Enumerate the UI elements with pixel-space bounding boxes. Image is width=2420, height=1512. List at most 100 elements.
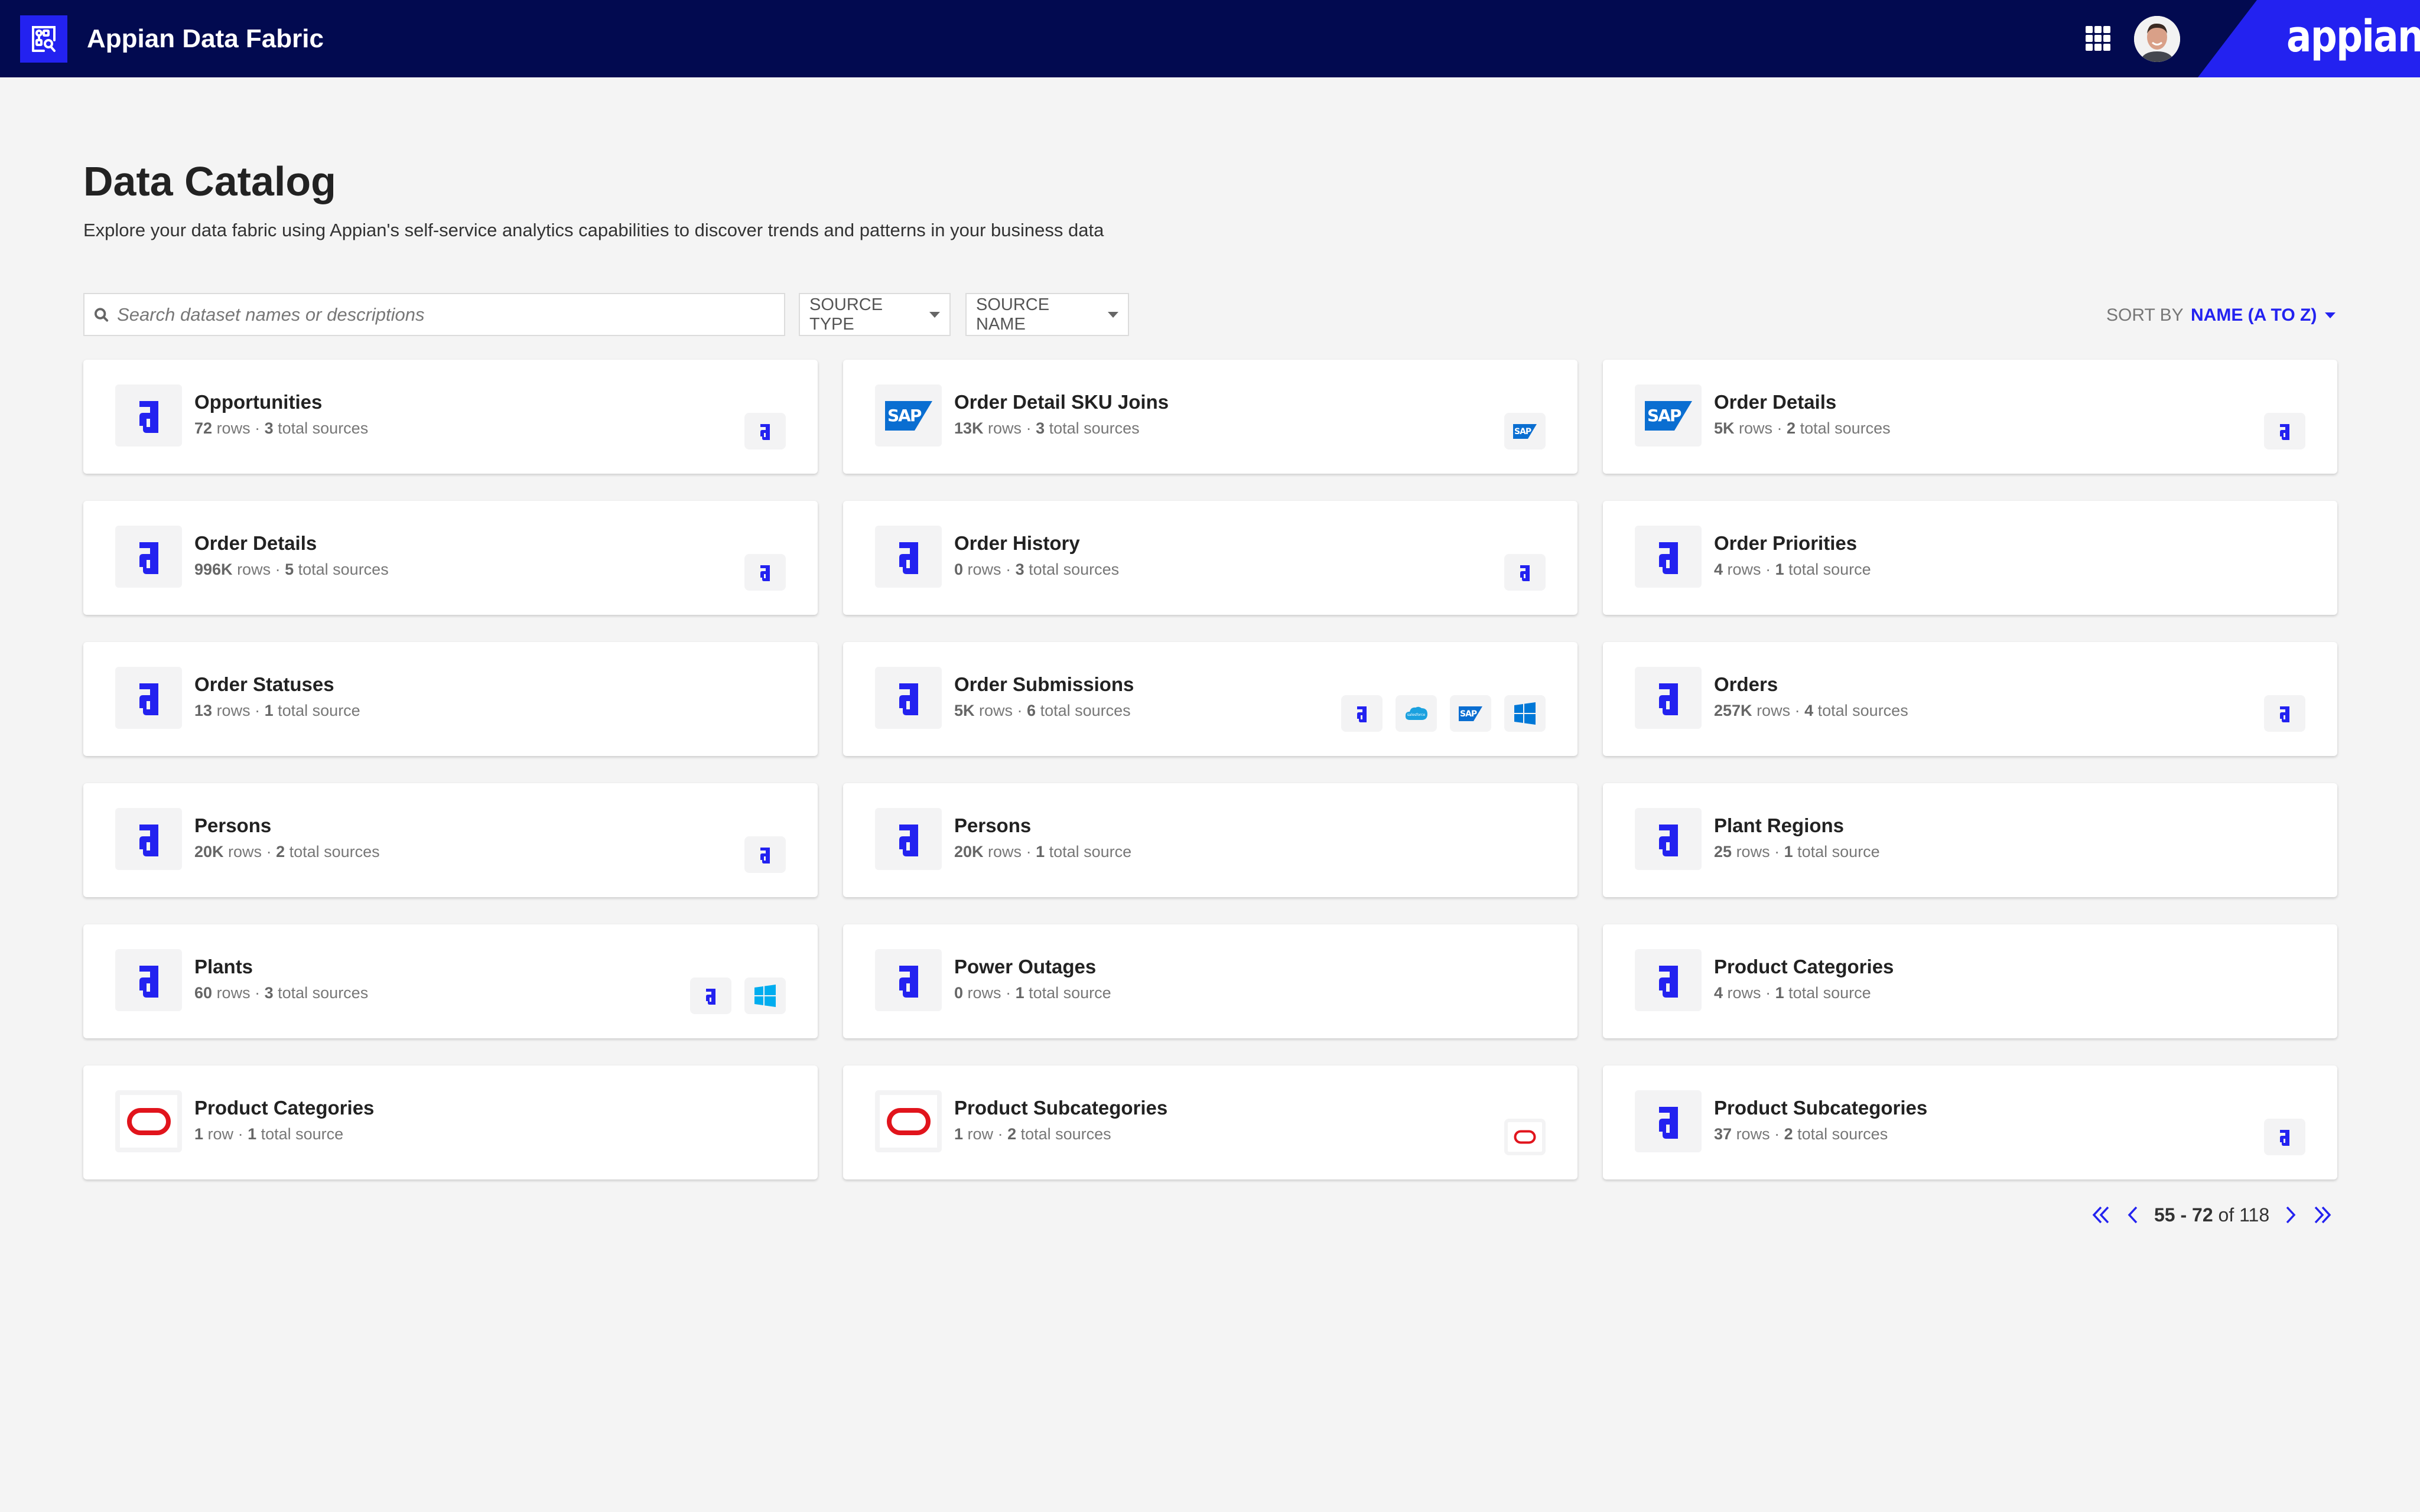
rows-unit: rows — [1739, 419, 1773, 437]
source-count: 1 — [1015, 984, 1024, 1002]
svg-text:SAP: SAP — [1647, 406, 1681, 425]
appian-icon — [875, 808, 942, 870]
sort-value: NAME (A TO Z) — [2191, 305, 2317, 325]
dataset-meta: 996K rows · 5 total sources — [194, 561, 389, 578]
sort-dropdown[interactable]: NAME (A TO Z) — [2191, 304, 2336, 327]
source-icons — [1504, 1119, 1546, 1155]
page-description: Explore your data fabric using Appian's … — [83, 220, 1104, 240]
dataset-meta: 37 rows · 2 total sources — [1714, 1125, 1888, 1143]
dataset-card[interactable]: Order Submissions 5K rows · 6 total sourc… — [843, 642, 1577, 756]
data-fabric-logo-icon[interactable] — [20, 15, 67, 63]
pagination: 55 - 72 of 118 — [2092, 1201, 2332, 1228]
sources-unit: total sources — [1029, 561, 1120, 578]
row-count: 0 — [954, 561, 964, 578]
sources-unit: total source — [1797, 843, 1880, 861]
dataset-name[interactable]: Order Detail SKU Joins — [954, 389, 1169, 415]
dataset-name[interactable]: Product Subcategories — [1714, 1095, 1927, 1121]
dataset-name[interactable]: Order Details — [194, 530, 317, 556]
first-page-button[interactable] — [2092, 1206, 2112, 1224]
appian-icon — [1635, 667, 1702, 729]
sources-unit: total sources — [1020, 1125, 1111, 1143]
appian-icon — [1341, 695, 1383, 732]
dataset-name[interactable]: Product Categories — [1714, 954, 1894, 980]
dataset-card[interactable]: Order Details 996K rows · 5 total sources — [83, 501, 818, 615]
user-avatar[interactable] — [2134, 16, 2180, 62]
dataset-name[interactable]: Persons — [954, 813, 1031, 839]
rows-unit: rows — [216, 702, 251, 719]
dataset-meta: 60 rows · 3 total sources — [194, 984, 369, 1002]
appian-icon — [115, 384, 182, 447]
rows-unit: rows — [216, 419, 251, 437]
dataset-card[interactable]: Plant Regions 25 rows · 1 total source — [1603, 783, 2337, 897]
appian-logo[interactable]: appian — [2286, 13, 2420, 60]
dataset-card[interactable]: Order Priorities 4 rows · 1 total source — [1603, 501, 2337, 615]
next-page-button[interactable] — [2285, 1206, 2297, 1224]
source-count: 4 — [1804, 702, 1814, 719]
page-title: Data Catalog — [83, 158, 336, 204]
source-icons — [690, 977, 786, 1014]
dataset-card[interactable]: Orders 257K rows · 4 total sources — [1603, 642, 2337, 756]
appian-icon — [1635, 526, 1702, 588]
dataset-card[interactable]: Product Categories 1 row · 1 total source — [83, 1065, 818, 1179]
dataset-name[interactable]: Product Categories — [194, 1095, 374, 1121]
rows-unit: rows — [988, 843, 1022, 861]
range-separator: - — [2175, 1204, 2193, 1226]
dataset-name[interactable]: Power Outages — [954, 954, 1096, 980]
row-count: 257K — [1714, 702, 1752, 719]
dataset-meta: 5K rows · 2 total sources — [1714, 419, 1891, 437]
row-count: 25 — [1714, 843, 1732, 861]
dataset-name[interactable]: Plants — [194, 954, 253, 980]
rows-unit: rows — [1736, 1125, 1770, 1143]
rows-unit: rows — [967, 561, 1001, 578]
source-icons: SAP — [1504, 413, 1546, 449]
appian-icon — [744, 554, 786, 591]
dataset-name[interactable]: Order Statuses — [194, 672, 334, 698]
dataset-meta: 0 rows · 3 total sources — [954, 561, 1120, 578]
windows-icon — [1504, 695, 1546, 732]
sources-unit: total sources — [289, 843, 380, 861]
dataset-card[interactable]: Persons 20K rows · 1 total source — [843, 783, 1577, 897]
apps-grid-icon[interactable] — [2086, 26, 2113, 52]
dataset-card[interactable]: Product Subcategories 37 rows · 2 total s… — [1603, 1065, 2337, 1179]
sources-unit: total sources — [278, 984, 369, 1002]
dataset-name[interactable]: Order Details — [1714, 389, 1836, 415]
dataset-card[interactable]: SAP Order Details 5K rows · 2 total source… — [1603, 360, 2337, 474]
dataset-name[interactable]: Order Priorities — [1714, 530, 1857, 556]
sort-by-label: SORT BY — [2106, 305, 2184, 325]
search-input[interactable] — [117, 304, 784, 325]
dataset-card[interactable]: Product Categories 4 rows · 1 total sourc… — [1603, 924, 2337, 1038]
row-count: 5K — [1714, 419, 1735, 437]
dataset-card[interactable]: Plants 60 rows · 3 total sources — [83, 924, 818, 1038]
dataset-name[interactable]: Order Submissions — [954, 672, 1134, 698]
dataset-card[interactable]: SAP Order Detail SKU Joins 13K rows · 3 to… — [843, 360, 1577, 474]
appian-icon — [690, 977, 731, 1014]
dataset-name[interactable]: Orders — [1714, 672, 1778, 698]
source-icons: salesforce SAP — [1341, 695, 1546, 732]
double-chevron-right-icon — [2314, 1206, 2331, 1224]
dataset-card[interactable]: Opportunities 72 rows · 3 total sources — [83, 360, 818, 474]
source-type-dropdown[interactable]: SOURCE TYPE — [799, 293, 951, 336]
dataset-card[interactable]: Persons 20K rows · 2 total sources — [83, 783, 818, 897]
dataset-card[interactable]: Power Outages 0 rows · 1 total source — [843, 924, 1577, 1038]
source-count: 1 — [1036, 843, 1045, 861]
source-count: 2 — [1007, 1125, 1017, 1143]
dataset-name[interactable]: Persons — [194, 813, 271, 839]
source-name-dropdown[interactable]: SOURCE NAME — [965, 293, 1129, 336]
svg-text:SAP: SAP — [1460, 709, 1477, 719]
appian-icon — [115, 667, 182, 729]
dataset-card[interactable]: Order Statuses 13 rows · 1 total source — [83, 642, 818, 756]
last-page-button[interactable] — [2312, 1206, 2332, 1224]
source-icons — [744, 554, 786, 591]
source-count: 3 — [264, 419, 274, 437]
dataset-name[interactable]: Opportunities — [194, 389, 322, 415]
dataset-name[interactable]: Plant Regions — [1714, 813, 1844, 839]
dataset-card[interactable]: Product Subcategories 1 row · 2 total sou… — [843, 1065, 1577, 1179]
previous-page-button[interactable] — [2127, 1206, 2139, 1224]
search-box[interactable] — [83, 293, 785, 336]
dataset-name[interactable]: Order History — [954, 530, 1080, 556]
source-count: 6 — [1027, 702, 1036, 719]
appian-icon — [875, 949, 942, 1011]
dataset-name[interactable]: Product Subcategories — [954, 1095, 1167, 1121]
dataset-card[interactable]: Order History 0 rows · 3 total sources — [843, 501, 1577, 615]
rows-unit: rows — [1736, 843, 1770, 861]
